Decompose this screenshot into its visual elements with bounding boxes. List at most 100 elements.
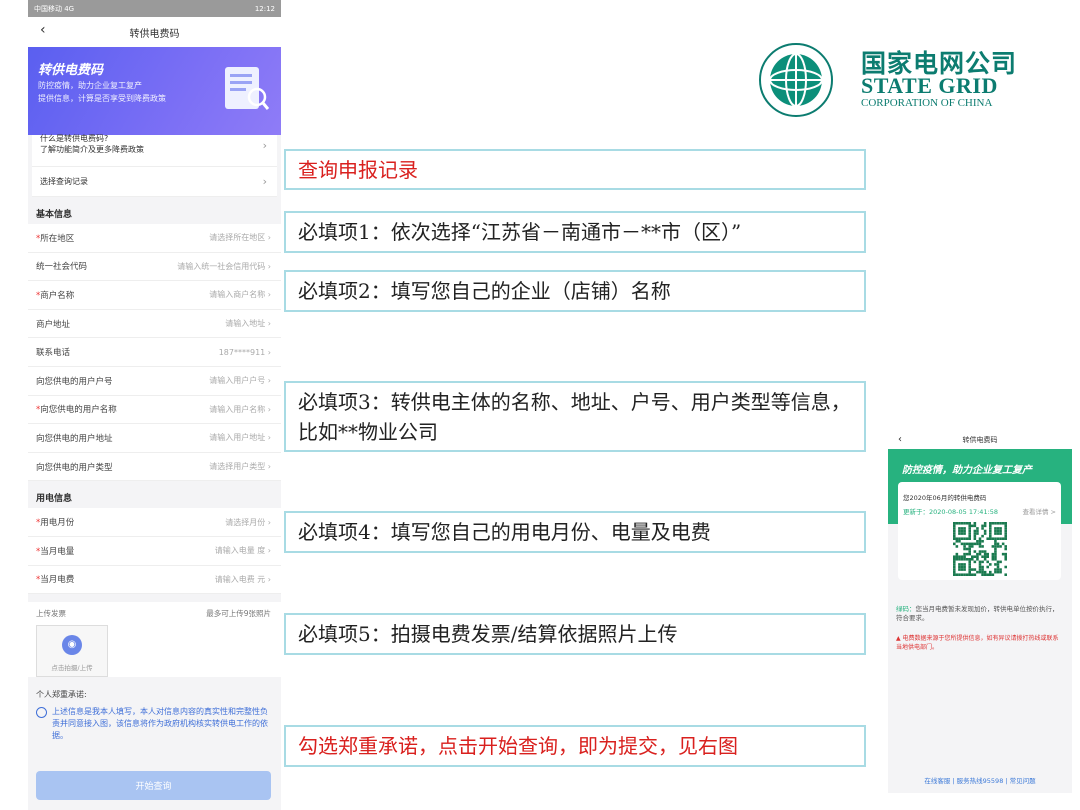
query-records-label: 选择查询记录: [40, 177, 88, 186]
field-placeholder: 请输入用户名称: [209, 404, 266, 414]
form-row[interactable]: *商户名称 请输入商户名称 ›: [28, 281, 281, 310]
form-row[interactable]: *当月电量 请输入电量 度 ›: [28, 537, 281, 566]
field-label-text: 联系电话: [36, 348, 71, 359]
result-banner-title: 防控疫情，助力企业复工复产: [902, 465, 1032, 476]
chevron-right-icon: ›: [265, 404, 271, 414]
field-input[interactable]: 请输入地址 ›: [225, 318, 271, 329]
what-is-code-title: 什么是转供电费码?: [40, 134, 109, 143]
back-icon[interactable]: ‹: [898, 434, 902, 445]
chevron-right-icon: ›: [262, 139, 267, 152]
result-warning: ▲ 电费数据来源于您所提供信息，如有异议请拨打热线或联系当地供电部门。: [896, 635, 1059, 651]
form-row[interactable]: *所在地区 请选择所在地区 ›: [28, 224, 281, 253]
callout-required-5: 必填项5：拍摄电费发票/结算依据照片上传: [284, 613, 866, 655]
result-tip: 绿码：您当月电费暂未发现加价，转供电单位按价执行，符合要求。: [896, 605, 1064, 623]
what-is-code-row[interactable]: 什么是转供电费码? 了解功能简介及更多降费政策 ›: [32, 129, 277, 167]
camera-icon: ◉: [62, 635, 82, 656]
form-row[interactable]: *向您供电的用户名称 请输入用户名称 ›: [28, 396, 281, 425]
field-label: 向您供电的用户地址: [36, 432, 113, 444]
form-row[interactable]: 向您供电的用户类型 请选择用户类型 ›: [28, 453, 281, 482]
field-label-text: 向您供电的用户名称: [40, 405, 117, 416]
field-input[interactable]: 请输入用户名称 ›: [209, 404, 271, 415]
field-placeholder: 请输入用户地址: [209, 433, 266, 443]
logo-en-text: STATE GRID: [861, 73, 998, 98]
upload-hint: 最多可上传9张照片: [206, 609, 271, 619]
field-input[interactable]: 请输入用户地址 ›: [209, 432, 271, 443]
banner-line2: 提供信息，计算是否享受到降费政策: [38, 94, 166, 103]
result-nav-title: 转供电费码: [962, 435, 998, 444]
tip-label: 绿码：: [896, 605, 916, 613]
field-label-text: 当月电量: [40, 546, 75, 557]
form-row[interactable]: 联系电话 187****911 ›: [28, 338, 281, 367]
field-input[interactable]: 请选择所在地区 ›: [209, 232, 271, 243]
qr-card-time: 更新于：2020-08-05 17:41:58: [903, 508, 999, 516]
promise-title: 个人郑重承诺:: [36, 690, 87, 700]
status-bar: 中国移动 4G 12:12: [28, 0, 281, 17]
start-query-button[interactable]: 开始查询: [36, 771, 271, 800]
chevron-right-icon: ›: [265, 517, 271, 527]
field-input[interactable]: 请输入用户户号 ›: [209, 375, 271, 386]
result-footer[interactable]: 在线客服 | 服务热线95598 | 常见问题: [888, 775, 1072, 785]
field-label-text: 用电月份: [40, 518, 75, 529]
form-row[interactable]: *用电月份 请选择月份 ›: [28, 508, 281, 537]
field-input[interactable]: 请输入电量 度 ›: [215, 545, 271, 556]
field-label: *用电月份: [36, 516, 74, 528]
field-label-text: 商户地址: [36, 319, 71, 330]
upload-photo-button[interactable]: ◉ 点击拍摄/上传: [36, 625, 108, 678]
field-placeholder: 请输入电费 元: [214, 574, 266, 584]
callout-required-3: 必填项3：转供电主体的名称、地址、户号、用户类型等信息，比如**物业公司: [284, 381, 866, 452]
qr-card: 您2020年06月的转供电费码 更新于：2020-08-05 17:41:58 …: [898, 482, 1061, 580]
chevron-right-icon: ›: [265, 261, 271, 271]
usage-info-form: *用电月份 请选择月份 › *当月电量 请输入电量 度 › *当月电费 请输入电费 元 ›: [28, 508, 281, 595]
upload-section: 上传发票 最多可上传9张照片 ◉ 点击拍摄/上传: [28, 602, 281, 678]
field-label-text: 向您供电的用户户号: [36, 376, 113, 387]
nav-bar: ‹ 转供电费码: [28, 17, 281, 47]
promise-section: 个人郑重承诺: 上述信息是我本人填写，本人对信息内容的真实性和完整性负责并同意接…: [28, 683, 281, 742]
field-input[interactable]: 187****911 ›: [219, 348, 271, 357]
qr-card-title: 您2020年06月的转供电费码: [903, 494, 987, 502]
field-label: 联系电话: [36, 346, 70, 358]
field-input[interactable]: 请选择月份 ›: [225, 517, 271, 528]
field-placeholder: 请输入电量 度: [214, 546, 266, 556]
field-input[interactable]: 请选择用户类型 ›: [209, 461, 271, 472]
document-illustration-icon: [225, 67, 269, 110]
field-placeholder: 请输入地址: [225, 319, 266, 329]
field-placeholder: 请输入商户名称: [209, 290, 266, 300]
query-records-row[interactable]: 选择查询记录 ›: [32, 167, 277, 197]
chevron-right-icon: ›: [265, 574, 271, 584]
chevron-right-icon: ›: [265, 233, 271, 243]
form-row[interactable]: 向您供电的用户地址 请输入用户地址 ›: [28, 424, 281, 453]
chevron-right-icon: ›: [265, 546, 271, 556]
field-input[interactable]: 请输入商户名称 ›: [209, 289, 271, 300]
form-row[interactable]: 商户地址 请输入地址 ›: [28, 310, 281, 339]
promise-radio[interactable]: [36, 707, 47, 719]
callout-required-1: 必填项1：依次选择“江苏省－南通市－**市（区）”: [284, 211, 866, 253]
chevron-right-icon: ›: [265, 433, 271, 443]
qr-card-detail-link[interactable]: 查看详情 >: [1022, 506, 1056, 516]
field-label: 商户地址: [36, 318, 70, 330]
field-label: *所在地区: [36, 232, 74, 244]
back-icon[interactable]: ‹: [40, 22, 46, 38]
field-label: *当月电费: [36, 573, 74, 585]
form-row[interactable]: 统一社会代码 请输入统一社会信用代码 ›: [28, 253, 281, 282]
form-row[interactable]: *当月电费 请输入电费 元 ›: [28, 566, 281, 595]
banner-line1: 防控疫情，助力企业复工复产: [38, 81, 142, 90]
field-placeholder: 请输入用户户号: [209, 376, 266, 386]
qr-code-icon: [953, 522, 1007, 576]
field-label: 向您供电的用户类型: [36, 461, 113, 473]
nav-title: 转供电费码: [129, 28, 180, 40]
chevron-right-icon: ›: [265, 347, 271, 357]
banner-title: 转供电费码: [38, 63, 104, 78]
tip-text: 您当月电费暂未发现加价，转供电单位按价执行，符合要求。: [896, 605, 1059, 622]
result-phone-screenshot: ‹ 转供电费码 防控疫情，助力企业复工复产 您2020年06月的转供电费码 更新…: [888, 430, 1072, 793]
field-label-text: 统一社会代码: [36, 262, 88, 273]
form-row[interactable]: 向您供电的用户户号 请输入用户户号 ›: [28, 367, 281, 396]
banner: 转供电费码 防控疫情，助力企业复工复产 提供信息，计算是否享受到降费政策: [28, 47, 281, 135]
field-input[interactable]: 请输入电费 元 ›: [215, 574, 271, 585]
field-input[interactable]: 请输入统一社会信用代码 ›: [177, 261, 271, 272]
chevron-right-icon: ›: [262, 175, 267, 188]
field-label-text: 向您供电的用户类型: [36, 462, 113, 473]
field-placeholder: 187****911: [218, 347, 266, 357]
field-label: *向您供电的用户名称: [36, 403, 117, 415]
chevron-right-icon: ›: [265, 290, 271, 300]
field-placeholder: 请选择所在地区: [209, 233, 266, 243]
